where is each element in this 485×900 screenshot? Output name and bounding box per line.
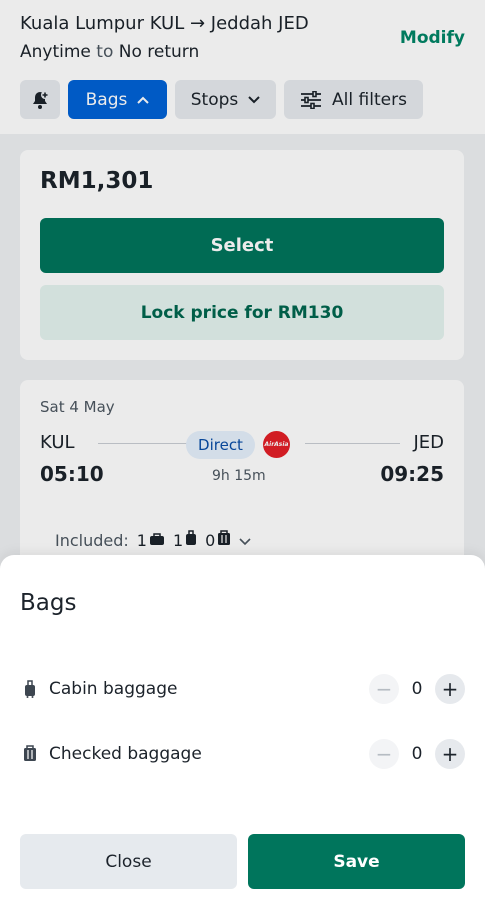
- cabin-decrement-button[interactable]: −: [369, 674, 399, 704]
- cabin-baggage-stepper: − 0 +: [369, 674, 465, 704]
- checked-baggage-stepper: − 0 +: [369, 739, 465, 769]
- cabin-baggage-value: 0: [411, 679, 423, 699]
- checked-baggage-row: Checked baggage − 0 +: [20, 736, 465, 772]
- bags-sheet: Bags Cabin baggage − 0 + Checked baggage…: [0, 555, 485, 900]
- save-button[interactable]: Save: [248, 834, 465, 889]
- close-button[interactable]: Close: [20, 834, 237, 889]
- checked-baggage-value: 0: [411, 744, 423, 764]
- cabin-bag-icon: [20, 680, 40, 698]
- checked-baggage-label: Checked baggage: [49, 744, 202, 764]
- cabin-baggage-row: Cabin baggage − 0 +: [20, 671, 465, 707]
- sheet-title: Bags: [20, 590, 77, 616]
- cabin-baggage-label: Cabin baggage: [49, 679, 178, 699]
- checked-decrement-button[interactable]: −: [369, 739, 399, 769]
- checked-increment-button[interactable]: +: [435, 739, 465, 769]
- checked-bag-icon: [20, 745, 40, 763]
- cabin-increment-button[interactable]: +: [435, 674, 465, 704]
